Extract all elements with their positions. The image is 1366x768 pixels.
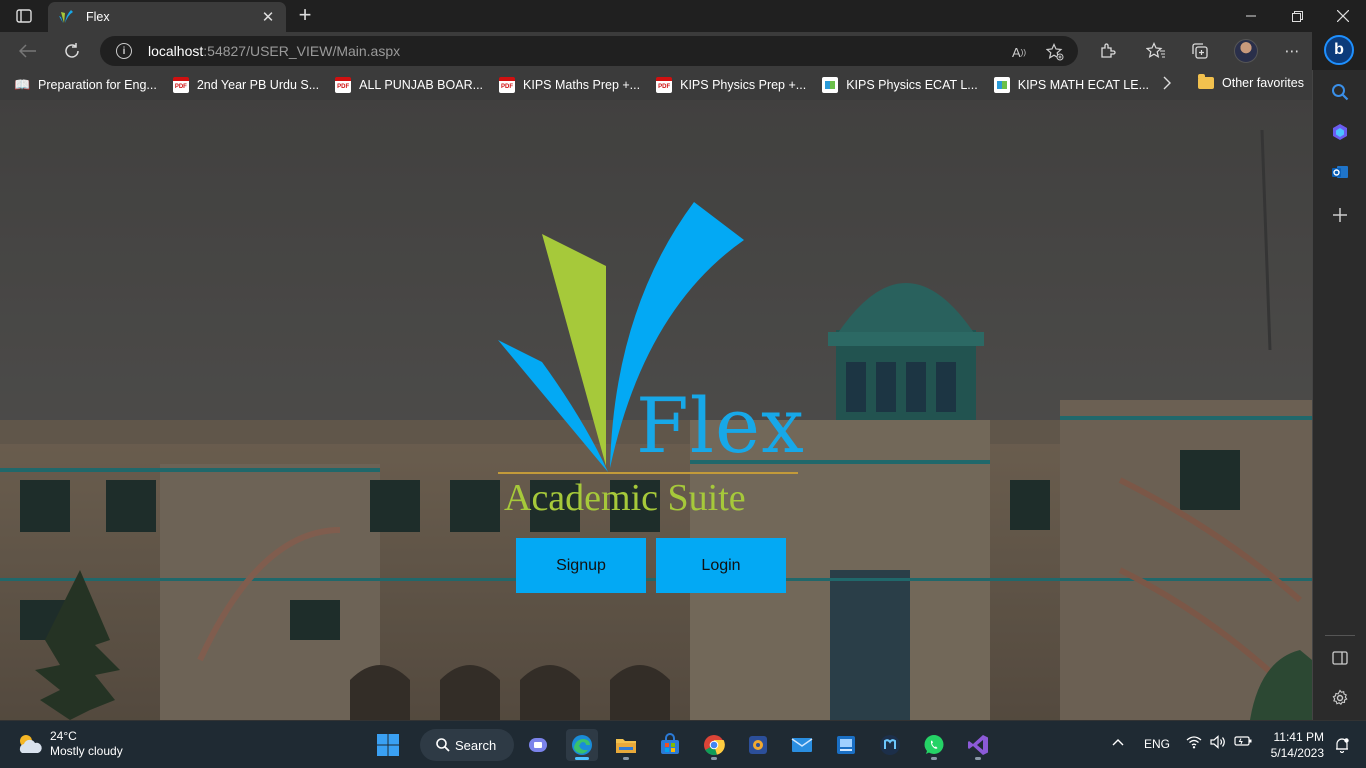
copilot-icon[interactable] [1328,120,1352,144]
address-bar[interactable]: i localhost:54827/USER_VIEW/Main.aspx A)… [100,36,1078,66]
hide-sidebar-icon[interactable] [1328,646,1352,670]
settings-gear-icon[interactable] [1328,686,1352,710]
wifi-icon[interactable] [1186,735,1202,752]
folder-icon [1198,74,1214,89]
language-indicator[interactable]: ENG [1144,737,1170,751]
running-indicator [575,757,589,760]
url-text[interactable]: localhost:54827/USER_VIEW/Main.aspx [148,43,400,59]
windows-taskbar: 24°C Mostly cloudy Search ENG 11:41 PM 5… [0,720,1366,768]
collections-icon[interactable] [1188,39,1212,63]
kips-icon [822,77,839,93]
pdf-icon: PDF [499,77,516,93]
refresh-icon[interactable] [58,38,86,64]
favorite-item[interactable]: 📖 Preparation for Eng... [14,77,157,93]
favorite-item[interactable]: KIPS Physics ECAT L... [822,77,978,93]
edge-browser-icon[interactable] [566,729,598,761]
pdf-icon: PDF [335,77,352,93]
favorites-bar: 📖 Preparation for Eng... PDF 2nd Year PB U… [0,70,1312,100]
read-aloud-icon[interactable]: A)) [1010,43,1028,61]
news-app-icon[interactable] [830,729,862,761]
outlook-icon[interactable] [1328,160,1352,184]
chevron-right-icon[interactable] [1162,76,1172,95]
sidebar-divider [1325,635,1355,636]
login-button[interactable]: Login [656,538,786,593]
title-bar: Flex ✕ + [0,0,1366,32]
chrome-icon[interactable] [698,729,730,761]
microsoft-store-icon[interactable] [654,729,686,761]
running-indicator [623,757,629,760]
volume-icon[interactable] [1210,735,1226,752]
favorite-item[interactable]: KIPS MATH ECAT LE... [993,77,1149,93]
battery-icon[interactable] [1234,735,1252,750]
cloud-sun-icon [19,735,42,753]
browser-toolbar: i localhost:54827/USER_VIEW/Main.aspx A)… [0,32,1312,70]
teams-chat-icon[interactable] [522,729,554,761]
close-window-icon[interactable] [1320,0,1366,32]
system-clock[interactable]: 11:41 PM 5/14/2023 [1262,729,1324,761]
favorite-item[interactable]: PDF KIPS Maths Prep +... [499,77,640,93]
chevron-up-icon[interactable] [1112,735,1124,749]
notification-bell-icon[interactable] [1334,737,1350,754]
minimize-icon[interactable] [1228,0,1274,32]
pinned-app-icon[interactable] [874,729,906,761]
brand-subtitle: Academic Suite [504,477,746,519]
tab-actions-icon[interactable] [10,6,38,26]
add-favorite-icon[interactable] [1046,43,1064,61]
profile-avatar[interactable] [1234,39,1258,63]
brand-wordmark: Flex [636,381,805,470]
clock-date: 5/14/2023 [1270,746,1324,760]
close-tab-icon[interactable]: ✕ [260,8,276,26]
tab-flex[interactable]: Flex ✕ [48,2,286,32]
favorite-item[interactable]: PDF ALL PUNJAB BOAR... [335,77,483,93]
new-tab-icon[interactable]: + [294,4,316,28]
running-indicator [975,757,981,760]
media-app-icon[interactable] [742,729,774,761]
back-icon[interactable] [14,38,42,64]
clock-time: 11:41 PM [1273,730,1324,744]
search-icon[interactable] [1328,80,1352,104]
restore-icon[interactable] [1274,0,1320,32]
windows-start-icon[interactable] [372,729,404,761]
bing-chat-icon[interactable]: b [1324,35,1354,65]
kips-icon [993,77,1010,93]
search-icon [436,738,450,752]
page-content: Flex Academic Suite Signup Login [0,100,1312,720]
weather-widget[interactable]: 24°C Mostly cloudy [16,729,123,759]
edge-sidebar [1312,70,1366,720]
signup-button[interactable]: Signup [516,538,646,593]
brand-divider [498,472,798,474]
weather-temp: 24°C [50,729,77,743]
other-favorites[interactable]: Other favorites [1198,74,1304,90]
favorite-item[interactable]: PDF KIPS Physics Prep +... [656,77,806,93]
pdf-icon: PDF [172,77,189,93]
running-indicator [931,757,937,760]
favorite-item[interactable]: PDF 2nd Year PB Urdu S... [172,77,319,93]
visual-studio-icon[interactable] [962,729,994,761]
whatsapp-icon[interactable] [918,729,950,761]
add-icon[interactable] [1328,203,1352,227]
favorites-icon[interactable] [1144,39,1168,63]
more-options-icon[interactable]: ⋯ [1280,39,1304,63]
taskbar-search[interactable]: Search [420,729,514,761]
mail-icon[interactable] [786,729,818,761]
flex-favicon-icon [59,10,73,23]
pdf-icon: PDF [656,77,673,93]
weather-desc: Mostly cloudy [50,744,123,758]
tab-title: Flex [86,10,110,24]
extensions-icon[interactable] [1096,39,1120,63]
running-indicator [711,757,717,760]
site-info-icon[interactable]: i [116,43,132,59]
file-explorer-icon[interactable] [610,729,642,761]
book-icon: 📖 [14,77,31,92]
